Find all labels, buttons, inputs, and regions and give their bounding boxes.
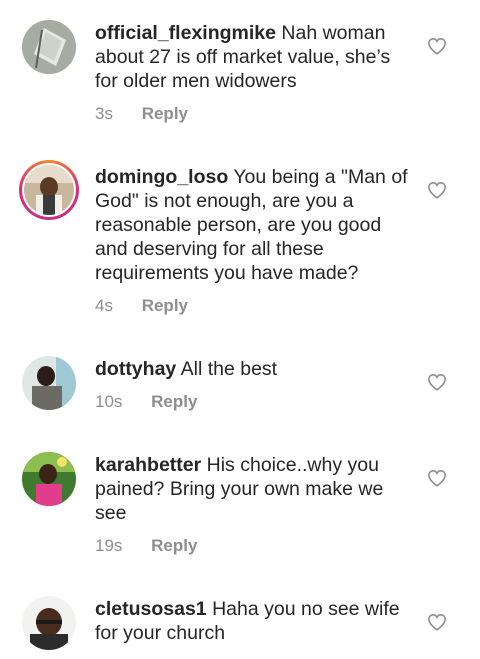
avatar[interactable]: [22, 20, 76, 74]
comment-body: official_flexingmike Nah woman about 27 …: [95, 21, 410, 93]
avatar-image: [22, 20, 76, 74]
avatar[interactable]: [22, 452, 76, 506]
heart-outline-icon[interactable]: [427, 373, 447, 391]
comment-meta: 4s Reply: [95, 296, 188, 316]
comment-username[interactable]: dottyhay: [95, 358, 176, 380]
comment-time: 3s: [95, 104, 113, 123]
avatar-image: [22, 452, 76, 506]
story-ring: [22, 163, 76, 217]
heart-outline-icon[interactable]: [427, 37, 447, 55]
heart-outline-icon[interactable]: [427, 613, 447, 631]
comment-username[interactable]: domingo_loso: [95, 166, 228, 188]
comment-meta: 19s Reply: [95, 536, 197, 556]
comment-time: 10s: [95, 392, 123, 411]
comment-body: domingo_loso You being a "Man of God" is…: [95, 165, 410, 285]
avatar-image: [22, 356, 76, 410]
reply-button[interactable]: Reply: [151, 536, 197, 556]
comment-meta: 10s Reply: [95, 392, 197, 412]
avatar-image: [22, 596, 76, 650]
comment-body: dottyhay All the best: [95, 357, 410, 381]
reply-button[interactable]: Reply: [142, 104, 188, 124]
reply-button[interactable]: Reply: [142, 296, 188, 316]
comment-meta: 3s Reply: [95, 104, 188, 124]
avatar[interactable]: [22, 356, 76, 410]
comment-time: 4s: [95, 296, 113, 315]
comment-body: cletusosas1 Haha you no see wife for you…: [95, 597, 410, 645]
reply-button[interactable]: Reply: [151, 392, 197, 412]
comment-body: karahbetter His choice..why you pained? …: [95, 453, 410, 525]
comment-username[interactable]: official_flexingmike: [95, 22, 276, 44]
heart-outline-icon[interactable]: [427, 469, 447, 487]
comment-username[interactable]: karahbetter: [95, 454, 201, 476]
avatar[interactable]: [19, 160, 79, 220]
comment-username[interactable]: cletusosas1: [95, 598, 207, 620]
avatar-image: [24, 165, 74, 215]
avatar[interactable]: [22, 596, 76, 650]
comment-time: 19s: [95, 536, 123, 555]
comment-text: All the best: [180, 358, 278, 380]
heart-outline-icon[interactable]: [427, 181, 447, 199]
